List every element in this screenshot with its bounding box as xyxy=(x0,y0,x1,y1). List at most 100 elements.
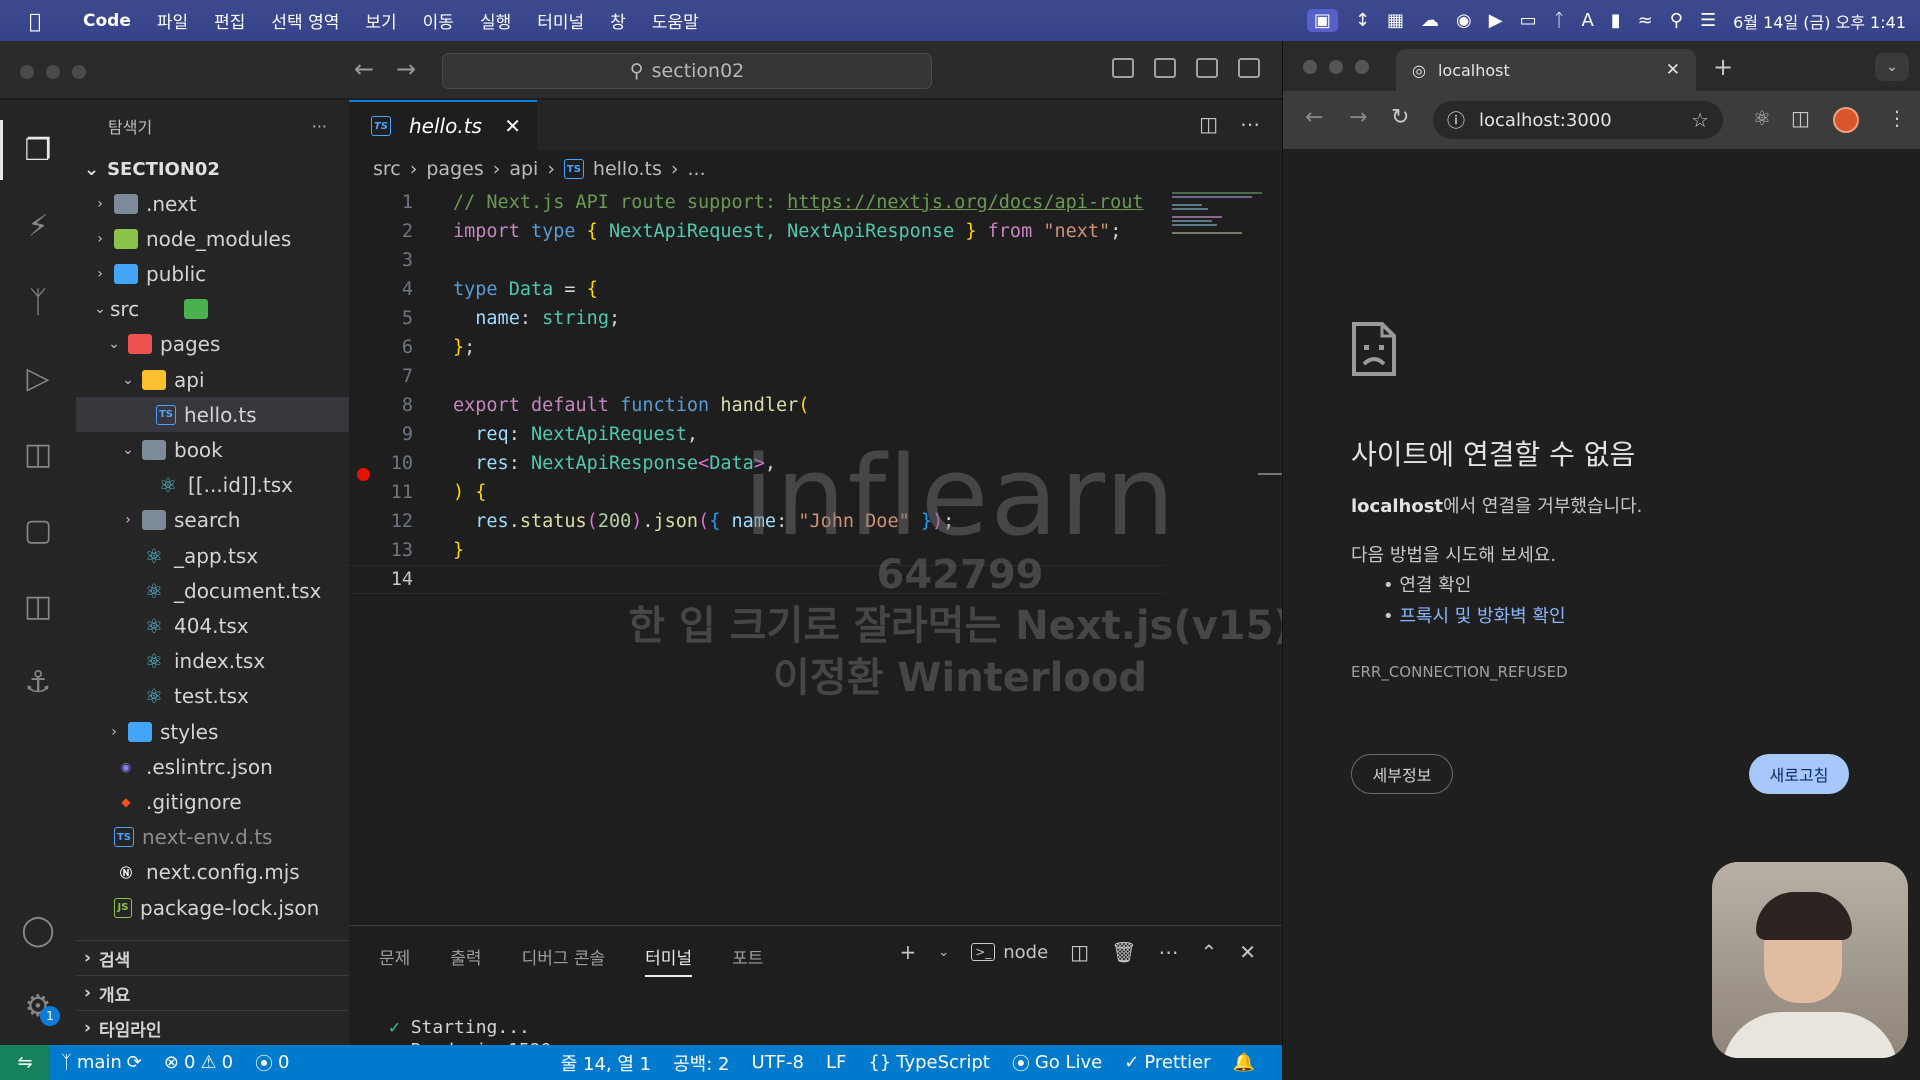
menu-go[interactable]: 이동 xyxy=(410,8,467,33)
notifications-bell-icon[interactable]: 🔔 xyxy=(1222,1052,1266,1073)
tab-problems[interactable]: 문제 xyxy=(379,944,410,977)
outline-section[interactable]: › 개요 xyxy=(76,975,349,1010)
menu-terminal[interactable]: 터미널 xyxy=(524,8,597,33)
breadcrumb-pages[interactable]: pages xyxy=(426,158,483,180)
tree-file[interactable]: TS hello.ts xyxy=(76,397,349,433)
toggle-primary-sidebar-icon[interactable] xyxy=(1112,58,1134,78)
forward-arrow-icon[interactable]: → xyxy=(1349,105,1367,130)
command-center[interactable]: ⚲ section02 xyxy=(442,53,932,89)
encoding[interactable]: UTF-8 xyxy=(740,1052,814,1073)
tree-folder[interactable]: › search xyxy=(76,503,349,538)
tree-folder[interactable]: › public xyxy=(76,256,349,291)
tree-folder[interactable]: ⌄ src xyxy=(76,292,349,327)
close-icon[interactable]: ✕ xyxy=(1666,60,1680,80)
menu-view[interactable]: 보기 xyxy=(352,8,409,33)
suggestion-proxy-firewall-link[interactable]: 프록시 및 방화벽 확인 xyxy=(1399,606,1565,627)
minimap[interactable] xyxy=(1166,188,1282,928)
reload-button[interactable]: 새로고침 xyxy=(1749,754,1849,794)
split-editor-icon[interactable]: ◫ xyxy=(1199,112,1218,136)
toggle-secondary-sidebar-icon[interactable] xyxy=(1196,58,1218,78)
apple-menu-icon[interactable]:  xyxy=(0,9,70,33)
tab-ports[interactable]: 포트 xyxy=(732,944,763,977)
docker-icon[interactable]: ⚓ xyxy=(18,662,58,702)
menu-app-name[interactable]: Code xyxy=(70,11,144,31)
reload-icon[interactable]: ↻ xyxy=(1391,105,1409,130)
window-close-button[interactable] xyxy=(1303,60,1317,74)
window-zoom-button[interactable] xyxy=(72,65,86,79)
terminal-selector[interactable]: >_ node xyxy=(971,942,1048,963)
tree-file[interactable]: ⚛ test.tsx xyxy=(76,679,349,714)
address-bar[interactable]: ⓘ localhost:3000 ☆ xyxy=(1433,101,1723,139)
tab-search-chevron-icon[interactable]: ⌄ xyxy=(1875,53,1909,81)
tree-file[interactable]: Ⓝnext.config.mjs xyxy=(76,855,349,890)
tree-file[interactable]: TS next-env.d.ts xyxy=(76,820,349,855)
tab-output[interactable]: 출력 xyxy=(450,944,481,977)
tree-folder[interactable]: › styles xyxy=(76,714,349,749)
ports-indicator[interactable]: ⦿ 0 xyxy=(244,1050,300,1076)
input-source-icon[interactable]: A xyxy=(1581,10,1593,31)
split-terminal-icon[interactable]: ◫ xyxy=(1070,940,1089,964)
window-zoom-button[interactable] xyxy=(1355,60,1369,74)
tree-file[interactable]: JS package-lock.json xyxy=(76,890,349,925)
menu-edit[interactable]: 편집 xyxy=(201,8,258,33)
git-branch[interactable]: ᛉ main ⟳ xyxy=(50,1052,153,1073)
details-button[interactable]: 세부정보 xyxy=(1351,754,1453,794)
chevron-down-icon[interactable]: ⌄ xyxy=(938,945,949,960)
back-arrow-icon[interactable]: ← xyxy=(1305,105,1323,130)
menu-selection[interactable]: 선택 영역 xyxy=(258,8,352,33)
tree-file[interactable]: ⚛ _app.tsx xyxy=(76,538,349,573)
breadcrumb-file[interactable]: hello.ts xyxy=(593,158,662,180)
testing-icon[interactable]: ◫ xyxy=(18,586,58,626)
tab-terminal[interactable]: 터미널 xyxy=(645,944,693,977)
indentation[interactable]: 공백: 2 xyxy=(662,1050,740,1076)
close-icon[interactable]: ✕ xyxy=(504,114,521,138)
tree-file[interactable]: ⚛ [[...id]].tsx xyxy=(76,468,349,503)
tree-file[interactable]: ⚛ index.tsx xyxy=(76,644,349,679)
close-panel-icon[interactable]: ✕ xyxy=(1239,940,1256,964)
menu-run[interactable]: 실행 xyxy=(467,8,524,33)
breadcrumb-src[interactable]: src xyxy=(373,158,401,180)
customize-layout-icon[interactable] xyxy=(1238,58,1260,78)
menubar-clock[interactable]: 6월 14일 (금) 오후 1:41 xyxy=(1733,9,1906,33)
menu-window[interactable]: 창 xyxy=(597,8,639,33)
tree-folder[interactable]: ⌄ pages xyxy=(76,327,349,362)
workspace-section[interactable]: ⌄ SECTION02 xyxy=(76,152,349,186)
chrome-menu-icon[interactable]: ⋮ xyxy=(1887,106,1907,130)
go-live-button[interactable]: ⦿ Go Live xyxy=(1001,1050,1113,1076)
site-info-icon[interactable]: ⓘ xyxy=(1447,107,1465,133)
window-close-button[interactable] xyxy=(20,65,34,79)
breakpoint-marker[interactable] xyxy=(357,468,370,481)
battery-icon[interactable]: ▮ xyxy=(1611,10,1621,31)
tree-folder[interactable]: › node_modules xyxy=(76,221,349,256)
explorer-icon[interactable]: ❐ xyxy=(18,130,58,170)
bluetooth-icon[interactable]: ᛏ xyxy=(1554,10,1565,31)
spotlight-search-icon[interactable]: ⚲ xyxy=(1670,10,1683,31)
window-minimize-button[interactable] xyxy=(1329,60,1343,74)
panels-icon[interactable]: ▦ xyxy=(1387,10,1404,31)
timeline-section[interactable]: › 타임라인 xyxy=(76,1010,349,1045)
tree-file[interactable]: ⚛ _document.tsx xyxy=(76,573,349,608)
problems-indicator[interactable]: ⊗ 0 ⚠ 0 xyxy=(153,1052,244,1073)
breadcrumb-api[interactable]: api xyxy=(509,158,538,180)
end-of-line[interactable]: LF xyxy=(815,1052,857,1073)
prettier-status[interactable]: ✓ Prettier xyxy=(1113,1052,1221,1073)
extensions-icon[interactable]: ◫ xyxy=(18,434,58,474)
tree-file[interactable]: ◉ .eslintrc.json xyxy=(76,749,349,784)
language-mode[interactable]: {} TypeScript xyxy=(857,1052,1000,1073)
trash-icon[interactable]: 🗑 xyxy=(1111,940,1136,964)
toggle-panel-icon[interactable] xyxy=(1154,58,1176,78)
more-actions-icon[interactable]: ⋯ xyxy=(1240,112,1260,136)
more-actions-icon[interactable]: ⋯ xyxy=(1158,940,1178,964)
tree-file[interactable]: ⚛ 404.tsx xyxy=(76,608,349,643)
window-minimize-button[interactable] xyxy=(46,65,60,79)
maximize-panel-icon[interactable]: ⌃ xyxy=(1200,940,1217,964)
lightning-icon[interactable]: ⚡ xyxy=(18,206,58,246)
chat-icon[interactable]: ◉ xyxy=(1456,10,1472,31)
code-link[interactable]: https://nextjs.org/docs/api-rout xyxy=(787,192,1143,213)
menu-help[interactable]: 도움말 xyxy=(639,8,712,33)
bookmark-star-icon[interactable]: ☆ xyxy=(1691,108,1709,132)
tree-folder[interactable]: › .next xyxy=(76,186,349,221)
menu-file[interactable]: 파일 xyxy=(144,8,201,33)
new-tab-icon[interactable]: + xyxy=(1713,53,1733,81)
profile-avatar[interactable] xyxy=(1833,107,1859,133)
